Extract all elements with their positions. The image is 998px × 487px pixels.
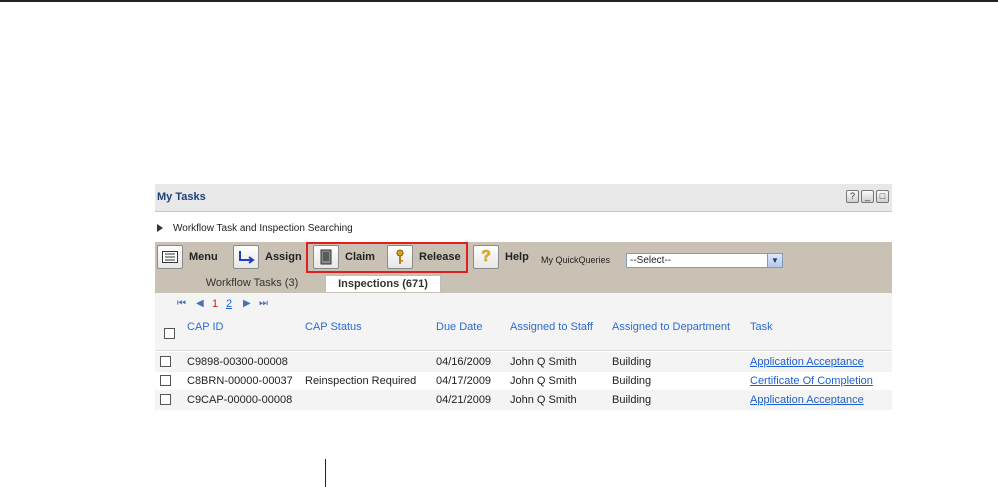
menu-button[interactable]: Menu: [157, 245, 218, 269]
help-question-icon: ?: [473, 245, 499, 269]
select-all-checkbox[interactable]: [164, 328, 175, 339]
due-date: 04/16/2009: [436, 356, 492, 368]
row-checkbox[interactable]: [160, 356, 171, 367]
quickqueries-value: --Select--: [630, 255, 672, 266]
expand-arrow-icon[interactable]: [157, 224, 163, 232]
col-assigned-staff[interactable]: Assigned to Staff: [510, 321, 593, 333]
assign-button[interactable]: Assign: [233, 245, 302, 269]
assign-arrow-icon: [233, 245, 259, 269]
task-link[interactable]: Application Acceptance: [750, 394, 864, 406]
assigned-staff: John Q Smith: [510, 375, 577, 387]
assigned-staff: John Q Smith: [510, 356, 577, 368]
assign-label: Assign: [265, 251, 302, 263]
task-link[interactable]: Application Acceptance: [750, 356, 864, 368]
prev-page-icon[interactable]: ◀: [196, 298, 204, 309]
tab-inspections[interactable]: Inspections (671): [325, 275, 441, 292]
cap-id: C8BRN-00000-00037: [187, 375, 293, 387]
task-link[interactable]: Certificate Of Completion: [750, 375, 873, 387]
menu-list-icon: [157, 245, 183, 269]
quickqueries-select[interactable]: --Select-- ▼: [626, 253, 783, 268]
claim-release-highlight: [306, 242, 468, 273]
chevron-down-icon[interactable]: ▼: [767, 254, 782, 267]
help-label: Help: [505, 251, 529, 263]
panel-title-bar: My Tasks ? _ □: [155, 184, 892, 212]
top-divider: [0, 0, 998, 2]
col-assigned-department[interactable]: Assigned to Department: [612, 321, 730, 333]
maximize-icon[interactable]: □: [876, 190, 889, 203]
first-page-icon[interactable]: ⏮: [177, 298, 186, 309]
window-controls: ? _ □: [846, 190, 889, 203]
cap-id: C9898-00300-00008: [187, 356, 288, 368]
tab-workflow-tasks[interactable]: Workflow Tasks (3): [187, 275, 317, 292]
due-date: 04/17/2009: [436, 375, 492, 387]
help-window-icon[interactable]: ?: [846, 190, 859, 203]
due-date: 04/21/2009: [436, 394, 492, 406]
search-expander[interactable]: Workflow Task and Inspection Searching: [155, 220, 892, 240]
col-cap-id[interactable]: CAP ID: [187, 321, 223, 333]
search-section-label[interactable]: Workflow Task and Inspection Searching: [173, 223, 353, 234]
text-cursor: [325, 459, 326, 487]
assigned-staff: John Q Smith: [510, 394, 577, 406]
col-cap-status[interactable]: CAP Status: [305, 321, 362, 333]
assigned-department: Building: [612, 394, 652, 406]
row-checkbox[interactable]: [160, 375, 171, 386]
panel-title: My Tasks: [157, 191, 206, 203]
assigned-department: Building: [612, 375, 652, 387]
my-tasks-panel: My Tasks ? _ □ Workflow Task and Inspect…: [155, 184, 892, 410]
tabs-row: Workflow Tasks (3) Inspections (671): [155, 273, 892, 293]
table-header: CAP ID CAP Status Due Date Assigned to S…: [155, 315, 892, 351]
table-row: C8BRN-00000-00037 Reinspection Required …: [155, 371, 892, 391]
pager: ⏮ ◀ 1 2 ▶ ⏭: [155, 293, 892, 315]
last-page-icon[interactable]: ⏭: [259, 298, 268, 309]
next-page-icon[interactable]: ▶: [243, 298, 251, 309]
assigned-department: Building: [612, 356, 652, 368]
col-task[interactable]: Task: [750, 321, 773, 333]
col-due-date[interactable]: Due Date: [436, 321, 482, 333]
help-button[interactable]: ? Help: [473, 245, 529, 269]
menu-label: Menu: [189, 251, 218, 263]
cap-status: Reinspection Required: [305, 375, 417, 387]
toolbar: Menu Assign Claim Release ? Help My Quic…: [155, 242, 892, 273]
minimize-icon[interactable]: _: [861, 190, 874, 203]
cap-id: C9CAP-00000-00008: [187, 394, 293, 406]
quickqueries-label: My QuickQueries: [541, 255, 611, 265]
row-checkbox[interactable]: [160, 394, 171, 405]
page-1-current: 1: [212, 298, 219, 310]
table-row: C9898-00300-00008 04/16/2009 John Q Smit…: [155, 352, 892, 372]
page-2-link[interactable]: 2: [226, 298, 232, 310]
table-row: C9CAP-00000-00008 04/21/2009 John Q Smit…: [155, 390, 892, 410]
